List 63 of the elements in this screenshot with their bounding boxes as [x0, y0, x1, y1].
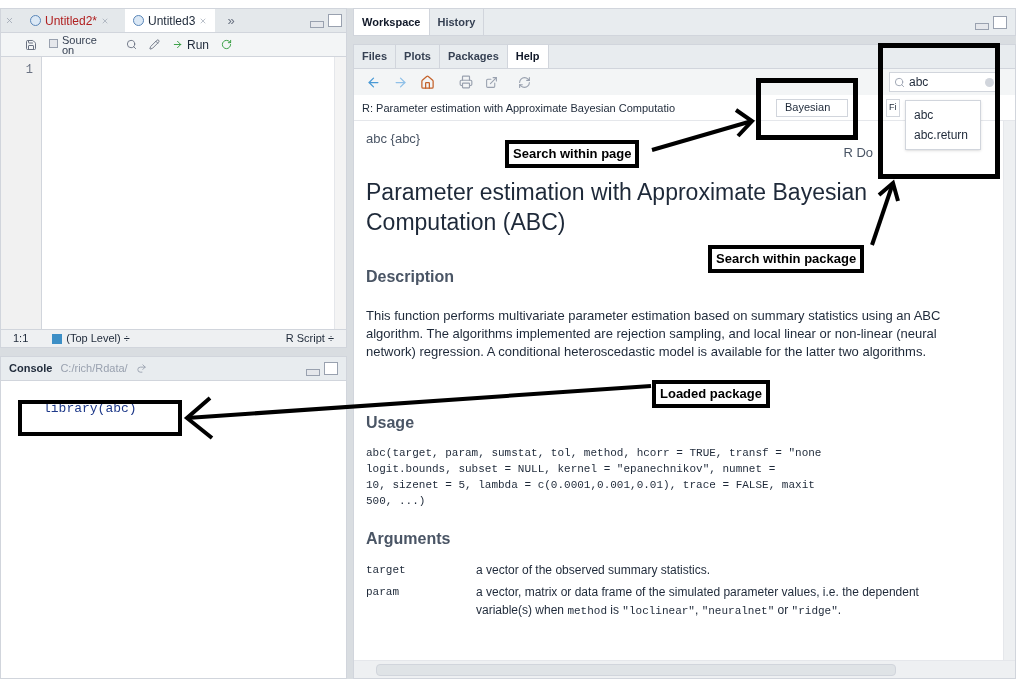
find-button[interactable]: Fi — [886, 98, 900, 117]
usage-code-line: 500, ...) — [366, 493, 426, 509]
argument-name: param — [366, 584, 400, 600]
rerun-icon[interactable] — [221, 39, 232, 50]
usage-code-line: logit.bounds, subset = NULL, kernel = "epanechnikov", numnet = — [366, 461, 776, 477]
annotation-label: Search within page — [505, 140, 640, 168]
close-icon[interactable] — [101, 16, 110, 25]
function-icon — [52, 333, 63, 344]
search-icon[interactable] — [126, 39, 137, 50]
refresh-icon[interactable] — [518, 75, 531, 89]
working-directory: C:/rich/Rdata/ — [60, 361, 128, 377]
print-icon[interactable] — [459, 75, 473, 89]
scrollbar[interactable] — [334, 57, 346, 329]
tab[interactable]: Help — [507, 45, 549, 68]
suggestion-item[interactable]: abc — [906, 105, 980, 125]
maximize-icon[interactable] — [324, 362, 338, 375]
topic-title: R: Parameter estimation with Approximate Bayesian Computatio — [362, 101, 676, 114]
description-text: This function performs multivariate parameter estimation based on summary statistics using an ABC algorithm. The algorithms implemented are rejection sampling, and local linear or non-linear (neural network) regression. A conditional heteroscedastic model is available for the latter two algorithms. — [366, 306, 942, 361]
topic-package: abc {abc} — [366, 130, 421, 148]
argument-name: target — [366, 562, 407, 578]
annotation-label: Loaded package — [652, 380, 770, 408]
argument-description: a vector of the observed summary statistics. — [476, 561, 712, 579]
pencil-icon[interactable] — [149, 39, 160, 50]
minimize-icon[interactable] — [975, 22, 989, 30]
save-icon[interactable] — [25, 38, 37, 51]
home-icon[interactable] — [420, 74, 435, 90]
find-in-page-field[interactable]: Bayesian — [776, 98, 848, 117]
run-button[interactable]: Run — [172, 35, 209, 54]
help-title: Parameter estimation with Approximate Bayesian Computation (ABC) — [366, 177, 869, 237]
forward-arrow-icon[interactable] — [393, 74, 408, 90]
line-number: 1 — [24, 62, 33, 79]
popout-icon[interactable] — [485, 75, 498, 89]
more-tabs-button[interactable]: » — [223, 10, 239, 31]
scope-dropdown[interactable]: (Top Level) ÷ — [66, 330, 130, 347]
maximize-icon[interactable] — [328, 14, 342, 27]
minimize-icon[interactable] — [310, 21, 324, 28]
usage-code-line: 10, sizenet = 5, lambda = c(0.0001,0.001,0.01), trace = FALSE, maxit — [366, 477, 815, 493]
file-type-dropdown[interactable]: R Script ÷ — [285, 330, 334, 347]
console-title: Console — [9, 361, 53, 377]
section-heading: Usage — [366, 412, 415, 433]
doc-header-text: R Do — [843, 144, 873, 162]
checkbox[interactable] — [49, 38, 58, 48]
cursor-position: 1:1 — [13, 331, 29, 347]
section-heading: Arguments — [366, 528, 451, 549]
maximize-icon[interactable] — [993, 15, 1007, 29]
search-icon — [894, 76, 905, 88]
console-command: library(abc) — [43, 400, 137, 418]
minimize-icon[interactable] — [306, 369, 320, 376]
argument-description: a vector, matrix or data frame of the simulated parameter values, i.e. the dependent variable(s) when method is "loclinear", "neuralnet" or "ridge". — [476, 583, 920, 619]
vertical-scrollbar[interactable] — [1003, 121, 1015, 660]
checkbox-label: Source on — [62, 34, 98, 55]
tab[interactable]: Workspace — [354, 9, 430, 35]
close-icon[interactable] — [5, 16, 14, 25]
horizontal-scrollbar[interactable] — [354, 660, 1015, 678]
annotation-arrow — [870, 179, 900, 246]
arrow-right-icon — [172, 39, 183, 50]
suggestion-item[interactable]: abc.return — [906, 125, 980, 145]
usage-code-line: abc(target, param, sumstat, tol, method, hcorr = TRUE, transf = "none — [366, 445, 822, 461]
close-icon[interactable] — [199, 16, 208, 25]
annotation-label: Search within package — [708, 245, 865, 273]
section-heading: Description — [366, 266, 454, 287]
file-tab[interactable]: Untitled3 — [125, 9, 216, 32]
arrow-icon[interactable] — [135, 363, 147, 374]
